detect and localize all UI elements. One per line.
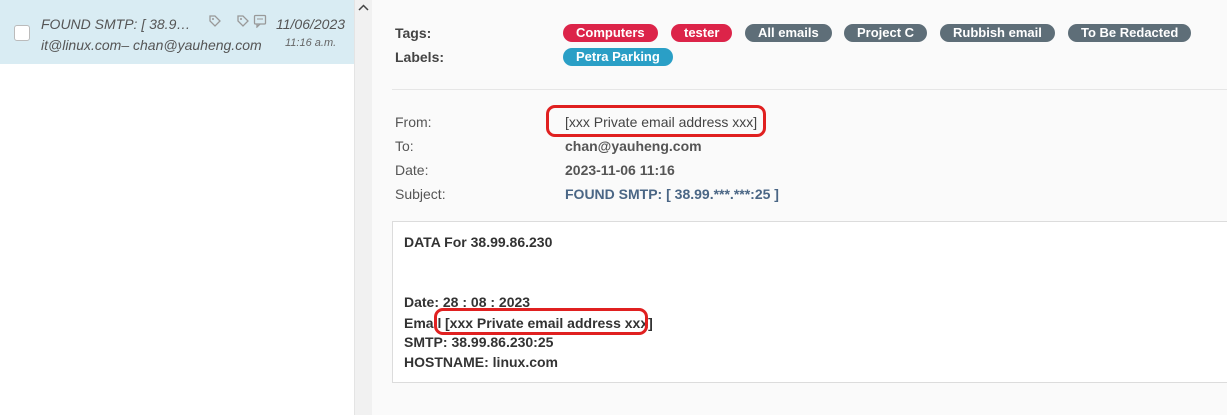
tag-icon[interactable] [208, 14, 222, 28]
message-list-item[interactable]: FOUND SMTP: [ 38.9… 11/06/2023 it@linux.… [0, 0, 354, 64]
subject-label: Subject: [395, 186, 446, 202]
message-date: 11/06/2023 [276, 16, 346, 32]
tags-label: Tags: [395, 25, 432, 41]
divider [392, 89, 1227, 90]
body-line-smtp: SMTP: 38.99.86.230:25 [404, 334, 554, 350]
tag-project-c[interactable]: Project C [844, 24, 928, 42]
tag-all-emails[interactable]: All emails [745, 24, 832, 42]
label-petra-parking[interactable]: Petra Parking [563, 48, 673, 66]
message-list: FOUND SMTP: [ 38.9… 11/06/2023 it@linux.… [0, 0, 354, 415]
tag-to-be-redacted[interactable]: To Be Redacted [1068, 24, 1192, 42]
scrollbar[interactable] [354, 0, 372, 415]
tag-computers[interactable]: Computers [563, 24, 658, 42]
redaction-highlight [434, 308, 648, 335]
subject-value: FOUND SMTP: [ 38.99.***.***:25 ] [565, 186, 779, 202]
date-label: Date: [395, 162, 429, 178]
comment-icon[interactable] [253, 14, 267, 28]
message-subject: FOUND SMTP: [ 38.9… [41, 16, 191, 32]
body-line-hostname: HOSTNAME: linux.com [404, 354, 559, 370]
to-value: chan@yauheng.com [565, 138, 702, 154]
labels-label: Labels: [395, 49, 445, 65]
message-addresses: it@linux.com– chan@yauheng.com [41, 37, 262, 53]
tag-tester[interactable]: tester [671, 24, 733, 42]
select-checkbox[interactable] [14, 25, 30, 41]
scroll-up-icon[interactable] [358, 4, 369, 11]
to-label: To: [395, 138, 414, 154]
tag-rubbish-email[interactable]: Rubbish email [940, 24, 1055, 42]
body-line-data: DATA For 38.99.86.230 [404, 234, 553, 250]
tag-outline-icon[interactable] [236, 14, 250, 28]
message-body: DATA For 38.99.86.230 Date: 28 : 08 : 20… [392, 221, 1227, 383]
from-label: From: [395, 114, 432, 130]
redaction-highlight [546, 105, 766, 137]
date-value: 2023-11-06 11:16 [565, 162, 675, 178]
message-detail: Tags: Labels: Computers tester All email… [372, 0, 1227, 415]
message-time: 11:16 a.m. [285, 37, 337, 49]
